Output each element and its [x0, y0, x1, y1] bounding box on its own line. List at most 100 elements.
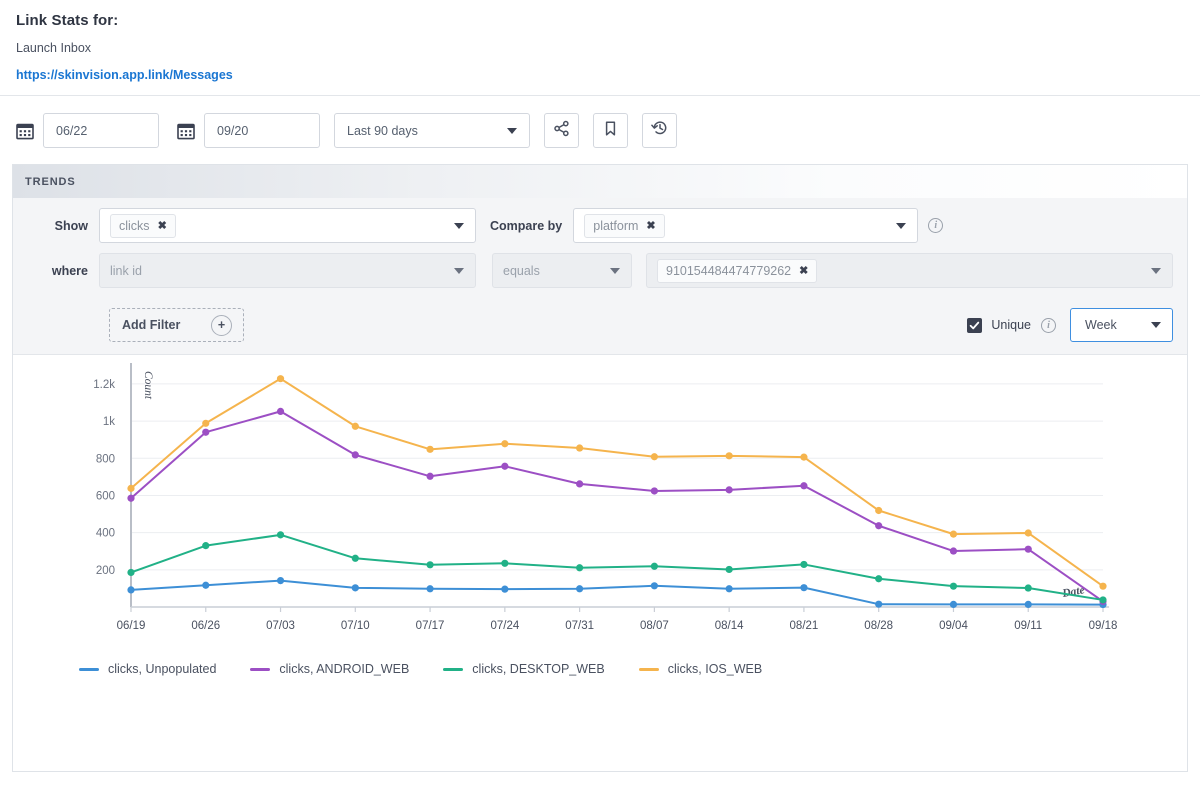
where-field-placeholder: link id: [110, 263, 142, 278]
trends-panel-header: TRENDS: [13, 164, 1187, 198]
close-icon[interactable]: ✖: [646, 219, 655, 232]
chart-data-point[interactable]: [1099, 596, 1107, 604]
filter-value-chip[interactable]: 910154484474779262 ✖: [657, 258, 818, 283]
operator-select[interactable]: equals: [492, 253, 632, 288]
filters-section: Show clicks ✖ Compare by platform ✖ i wh…: [13, 198, 1187, 355]
chart-data-point[interactable]: [276, 375, 285, 383]
chart-data-point[interactable]: [875, 522, 883, 530]
x-axis-tick-label: 09/18: [1089, 620, 1118, 632]
chart-data-point[interactable]: [650, 562, 658, 570]
chart-data-point[interactable]: [202, 542, 210, 550]
chart-data-point[interactable]: [650, 582, 658, 590]
chart-data-point[interactable]: [576, 480, 584, 488]
granularity-select[interactable]: Week: [1070, 308, 1173, 342]
where-row: where link id equals 910154484474779262 …: [13, 243, 1187, 300]
chart-data-point[interactable]: [351, 554, 359, 562]
chart-data-point[interactable]: [276, 407, 285, 415]
compare-by-select[interactable]: platform ✖: [573, 208, 919, 243]
chart-data-point[interactable]: [202, 581, 210, 589]
history-button[interactable]: [642, 113, 677, 148]
chart-data-point[interactable]: [202, 419, 210, 427]
chart-data-point[interactable]: [276, 531, 285, 539]
bookmark-button[interactable]: [593, 113, 628, 148]
chart-data-point[interactable]: [1024, 600, 1032, 608]
chart-data-point[interactable]: [501, 585, 509, 593]
chart-data-point[interactable]: [875, 575, 883, 583]
start-date-input[interactable]: 06/22: [43, 113, 159, 148]
show-chip[interactable]: clicks ✖: [110, 213, 176, 238]
chart-data-point[interactable]: [501, 462, 509, 470]
add-filter-button[interactable]: Add Filter +: [109, 308, 244, 342]
chart-data-point[interactable]: [1024, 545, 1032, 553]
chart-data-point[interactable]: [1099, 582, 1107, 590]
add-filter-label: Add Filter: [122, 318, 181, 332]
chart-data-point[interactable]: [800, 482, 808, 490]
close-icon[interactable]: ✖: [158, 219, 167, 232]
legend-swatch: [79, 667, 99, 671]
compare-chip[interactable]: platform ✖: [584, 213, 665, 238]
date-range-select[interactable]: Last 90 days: [334, 113, 530, 148]
chart-data-point[interactable]: [725, 452, 733, 460]
y-axis-tick-label: 400: [96, 528, 115, 540]
link-url[interactable]: https://skinvision.app.link/Messages: [16, 68, 233, 82]
x-axis-tick-label: 06/19: [117, 620, 146, 632]
chart-data-point[interactable]: [127, 586, 135, 594]
legend-item[interactable]: clicks, DESKTOP_WEB: [443, 662, 605, 676]
chart-data-point[interactable]: [949, 530, 958, 538]
chevron-down-icon: [454, 267, 464, 274]
chart-data-point[interactable]: [501, 559, 509, 567]
chart-data-point[interactable]: [351, 422, 359, 430]
chart-data-point[interactable]: [800, 584, 808, 592]
chart-data-point[interactable]: [576, 585, 584, 593]
chart-data-point[interactable]: [650, 487, 658, 495]
filter-value-select[interactable]: 910154484474779262 ✖: [646, 253, 1173, 288]
chart-data-point[interactable]: [426, 561, 434, 569]
chart-data-point[interactable]: [351, 451, 359, 459]
end-date-input[interactable]: 09/20: [204, 113, 320, 148]
chart-data-point[interactable]: [949, 582, 958, 590]
show-select[interactable]: clicks ✖: [99, 208, 476, 243]
legend-item[interactable]: clicks, ANDROID_WEB: [250, 662, 409, 676]
chart-data-point[interactable]: [127, 494, 135, 502]
chart-data-point[interactable]: [800, 560, 808, 569]
where-field-select[interactable]: link id: [99, 253, 476, 288]
chart-data-point[interactable]: [426, 445, 434, 453]
chart-data-point[interactable]: [351, 584, 359, 592]
plus-circle-icon: +: [211, 314, 232, 336]
chart-data-point[interactable]: [650, 453, 658, 461]
chart-data-point[interactable]: [949, 547, 958, 555]
chart-data-point[interactable]: [501, 440, 509, 448]
chart-data-point[interactable]: [949, 600, 958, 608]
unique-checkbox[interactable]: [967, 317, 983, 333]
chevron-down-icon: [610, 267, 620, 274]
info-icon-unique[interactable]: i: [1041, 317, 1056, 333]
chart-data-point[interactable]: [127, 568, 135, 577]
chart-data-point[interactable]: [875, 506, 883, 515]
chart-data-point[interactable]: [1024, 584, 1032, 592]
chart-data-point[interactable]: [725, 486, 733, 494]
info-icon[interactable]: i: [928, 218, 944, 233]
x-axis-tick-label: 08/07: [640, 620, 669, 632]
chart-data-point[interactable]: [1024, 529, 1032, 537]
chart-data-point[interactable]: [576, 564, 584, 572]
chart-data-point[interactable]: [576, 444, 584, 452]
chart-data-point[interactable]: [426, 472, 434, 480]
share-button[interactable]: [544, 113, 579, 148]
chart-data-point[interactable]: [202, 428, 210, 436]
chart-data-point[interactable]: [725, 565, 733, 574]
close-icon[interactable]: ✖: [799, 264, 808, 277]
legend-item[interactable]: clicks, Unpopulated: [79, 662, 216, 676]
legend-item[interactable]: clicks, IOS_WEB: [638, 662, 762, 676]
chart-data-point[interactable]: [276, 576, 285, 585]
chart-data-point[interactable]: [875, 600, 883, 608]
chart-data-point[interactable]: [725, 585, 733, 593]
operator-value: equals: [503, 263, 540, 278]
x-axis-tick-label: 07/24: [490, 620, 519, 632]
legend-label: clicks, Unpopulated: [108, 662, 217, 676]
chart-data-point[interactable]: [127, 484, 135, 492]
chart-data-point[interactable]: [426, 585, 434, 593]
chart-options: Unique i Week: [967, 308, 1173, 342]
chevron-down-icon: [1151, 267, 1161, 274]
chart-data-point[interactable]: [800, 453, 808, 461]
chevron-down-icon: [507, 127, 517, 134]
